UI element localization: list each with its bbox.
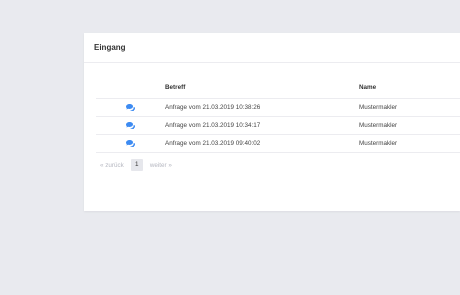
header-subject[interactable]: Betreff	[165, 76, 359, 99]
row-subject[interactable]: Anfrage vom 21.03.2019 10:34:17	[165, 116, 359, 135]
row-icon-cell	[96, 134, 165, 153]
pagination: « zurück 1 weiter »	[100, 159, 460, 171]
table-row[interactable]: Anfrage vom 21.03.2019 10:38:26 Musterma…	[96, 98, 460, 117]
table-header-row: Betreff Name	[96, 76, 460, 99]
table-row[interactable]: Anfrage vom 21.03.2019 10:34:17 Musterma…	[96, 116, 460, 135]
chat-icon	[126, 121, 135, 129]
chat-icon	[126, 103, 135, 111]
row-name[interactable]: Mustermakler	[359, 134, 460, 153]
header-icon-column	[96, 76, 165, 99]
panel-header: Eingang	[84, 33, 460, 63]
inbox-table: Betreff Name Anfrage vom 21.03.2019 10:3…	[96, 76, 460, 153]
chat-icon	[126, 139, 135, 147]
row-subject[interactable]: Anfrage vom 21.03.2019 10:38:26	[165, 98, 359, 117]
row-icon-cell	[96, 98, 165, 117]
row-icon-cell	[96, 116, 165, 135]
panel-body: Betreff Name Anfrage vom 21.03.2019 10:3…	[84, 76, 460, 171]
row-subject[interactable]: Anfrage vom 21.03.2019 09:40:02	[165, 134, 359, 153]
pagination-current-page[interactable]: 1	[130, 159, 143, 171]
pagination-prev-link[interactable]: « zurück	[100, 162, 124, 169]
row-name[interactable]: Mustermakler	[359, 98, 460, 117]
panel-title: Eingang	[94, 43, 126, 52]
row-name[interactable]: Mustermakler	[359, 116, 460, 135]
pagination-next-link[interactable]: weiter »	[150, 162, 172, 169]
table-row[interactable]: Anfrage vom 21.03.2019 09:40:02 Musterma…	[96, 134, 460, 153]
inbox-panel: Eingang Betreff Name Anfrage vom 21.03.2…	[84, 33, 460, 211]
header-name[interactable]: Name	[359, 76, 460, 99]
